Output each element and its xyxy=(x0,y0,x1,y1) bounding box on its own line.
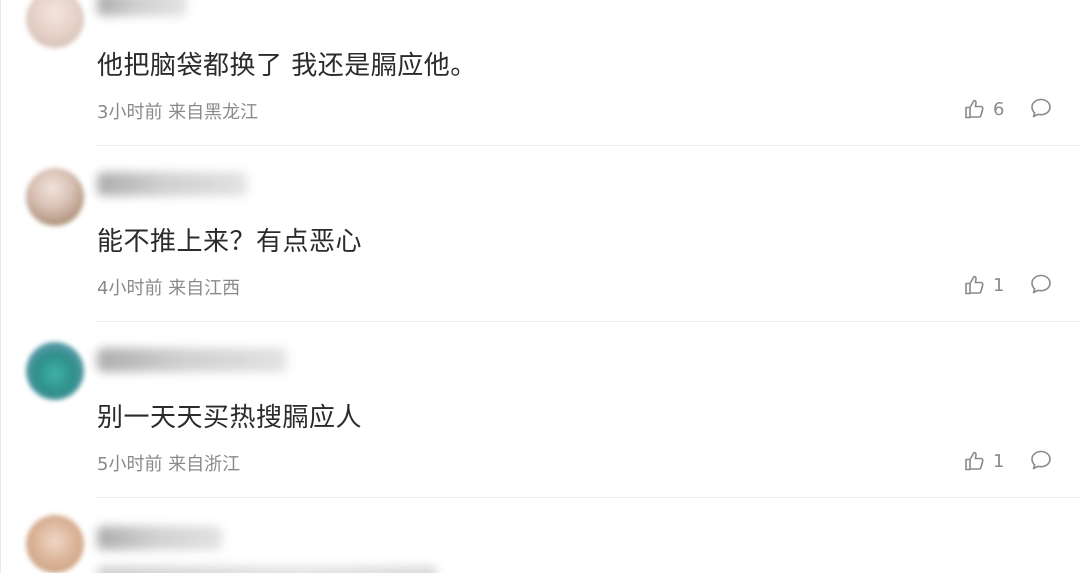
speech-bubble-icon xyxy=(1031,450,1051,470)
divider xyxy=(97,145,1080,146)
comment-text: 别一天天买热搜膈应人 xyxy=(97,403,363,433)
like-count: 6 xyxy=(993,98,1005,120)
comment-text: 他把脑袋都换了 我还是膈应他。 xyxy=(97,51,477,81)
avatar[interactable] xyxy=(26,0,84,48)
comment-actions: 1 xyxy=(963,447,1059,475)
divider xyxy=(97,321,1080,322)
like-button[interactable]: 1 xyxy=(963,273,1004,297)
like-count: 1 xyxy=(993,274,1005,296)
avatar[interactable] xyxy=(26,168,84,226)
speech-bubble-icon xyxy=(1031,274,1051,294)
username-blurred[interactable] xyxy=(97,526,222,550)
like-count: 1 xyxy=(993,450,1005,472)
comment-list: 他把脑袋都换了 我还是膈应他。 3小时前 来自黑龙江 6 能不推上来？有点恶心 … xyxy=(0,0,1080,573)
reply-button[interactable] xyxy=(1029,96,1053,124)
speech-bubble-icon xyxy=(1031,98,1051,118)
divider xyxy=(97,497,1080,498)
username-blurred[interactable] xyxy=(97,0,187,16)
comment-text: 能不推上来？有点恶心 xyxy=(97,227,363,257)
avatar[interactable] xyxy=(26,515,84,573)
thumbs-up-icon xyxy=(965,451,984,471)
like-button[interactable]: 1 xyxy=(963,449,1004,473)
like-button[interactable]: 6 xyxy=(963,97,1004,121)
reply-button[interactable] xyxy=(1029,272,1053,300)
username-blurred[interactable] xyxy=(97,348,287,372)
comment-meta: 4小时前 来自江西 xyxy=(97,278,241,299)
username-blurred[interactable] xyxy=(97,172,247,196)
comment-actions: 6 xyxy=(963,95,1059,123)
comment-text-blurred xyxy=(97,566,437,573)
reply-button[interactable] xyxy=(1029,448,1053,476)
thumbs-up-icon xyxy=(965,275,984,295)
thumbs-up-icon xyxy=(965,99,984,119)
avatar[interactable] xyxy=(26,342,84,400)
comment-meta: 5小时前 来自浙江 xyxy=(97,454,241,475)
comment-meta: 3小时前 来自黑龙江 xyxy=(97,102,259,123)
comment-actions: 1 xyxy=(963,271,1059,299)
